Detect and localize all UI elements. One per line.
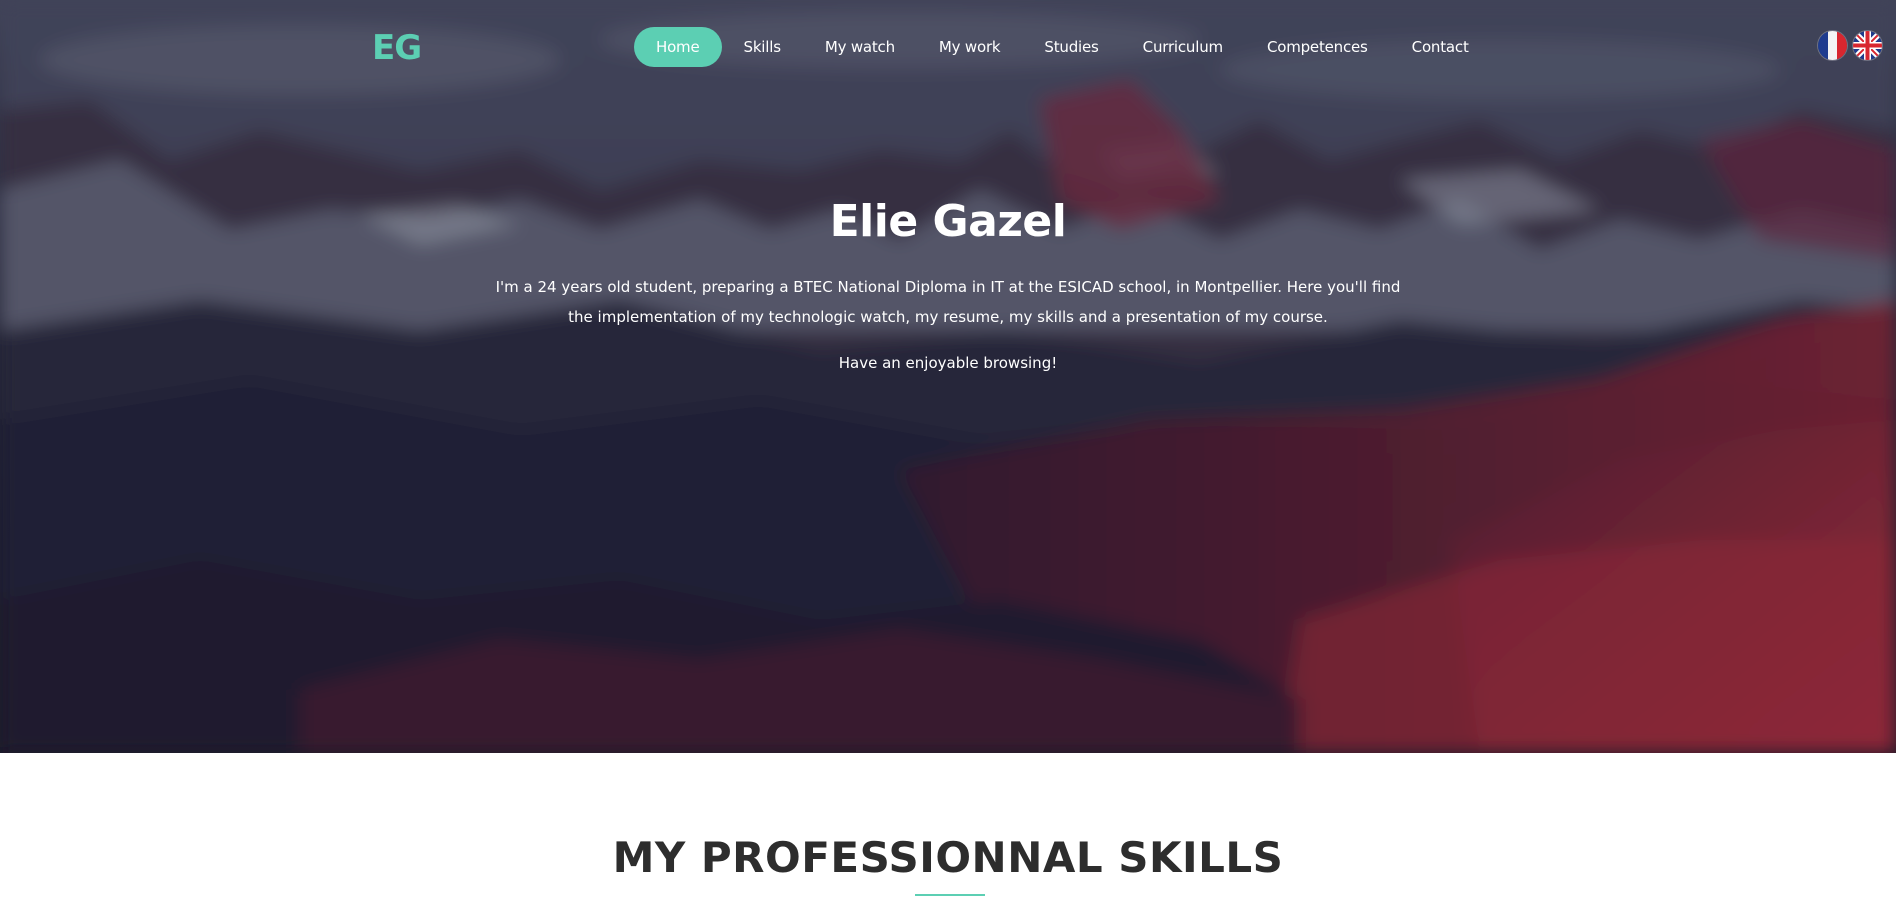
nav-curriculum[interactable]: Curriculum (1121, 27, 1245, 67)
hero-title: Elie Gazel (829, 196, 1067, 247)
nav-contact[interactable]: Contact (1390, 27, 1491, 67)
nav-home[interactable]: Home (634, 27, 722, 67)
skills-section: MY PROFESSIONNAL SKILLS (0, 753, 1896, 924)
france-flag-icon[interactable] (1818, 31, 1847, 60)
hero-section: EG Home Skills My watch My work Studies … (0, 0, 1896, 753)
language-switcher (1818, 31, 1882, 60)
hero-greeting-text: Have an enjoyable browsing! (838, 354, 1058, 372)
hero-intro-text: I'm a 24 years old student, preparing a … (495, 278, 1401, 326)
skills-heading: MY PROFESSIONNAL SKILLS (612, 833, 1284, 882)
nav-skills[interactable]: Skills (722, 27, 803, 67)
nav-my-work[interactable]: My work (917, 27, 1023, 67)
main-navigation: Home Skills My watch My work Studies Cur… (634, 27, 1491, 67)
nav-competences[interactable]: Competences (1245, 27, 1390, 67)
uk-flag-icon[interactable] (1853, 31, 1882, 60)
nav-studies[interactable]: Studies (1022, 27, 1120, 67)
nav-my-watch[interactable]: My watch (803, 27, 917, 67)
heading-underline (915, 894, 985, 896)
site-logo[interactable]: EG (372, 28, 422, 68)
hero-content: Elie Gazel I'm a 24 years old student, p… (0, 192, 1896, 378)
